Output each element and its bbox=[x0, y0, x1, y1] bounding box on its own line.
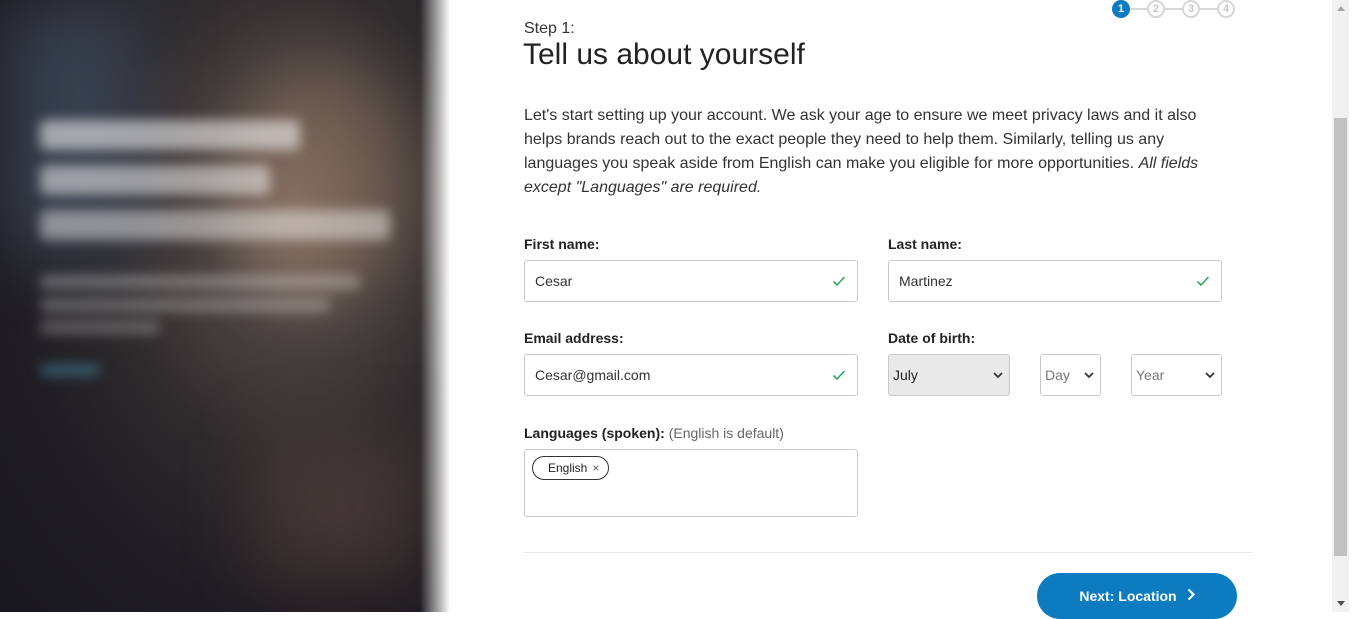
languages-label-text: Languages (spoken): bbox=[524, 425, 665, 441]
last-name-label: Last name: bbox=[888, 236, 962, 252]
step-connector bbox=[1200, 8, 1217, 10]
hero-blurred-link bbox=[40, 365, 100, 375]
intro-text: Let's start setting up your account. We … bbox=[524, 107, 1197, 172]
email-field[interactable]: Cesar@gmail.com bbox=[524, 354, 858, 396]
scroll-down-arrow-icon[interactable] bbox=[1332, 595, 1349, 612]
valid-check-icon bbox=[1195, 273, 1211, 289]
language-tag-label: English bbox=[548, 461, 588, 475]
page-scrollbar[interactable] bbox=[1332, 0, 1349, 612]
hero-fade-edge bbox=[420, 0, 450, 612]
valid-check-icon bbox=[831, 273, 847, 289]
first-name-field[interactable]: Cesar bbox=[524, 260, 858, 302]
languages-label: Languages (spoken): (English is default) bbox=[524, 425, 784, 441]
birth-year-value: Year bbox=[1136, 367, 1165, 383]
intro-paragraph: Let's start setting up your account. We … bbox=[524, 104, 1224, 200]
step-label: Step 1: bbox=[524, 20, 575, 37]
hero-background-image bbox=[0, 0, 450, 612]
first-name-label: First name: bbox=[524, 236, 600, 252]
step-connector bbox=[1165, 8, 1182, 10]
next-location-button[interactable]: Next: Location bbox=[1037, 573, 1237, 619]
hero-glow bbox=[260, 440, 420, 580]
birth-year-select[interactable]: Year bbox=[1131, 354, 1222, 396]
birth-day-select[interactable]: Day bbox=[1040, 354, 1101, 396]
chevron-down-icon bbox=[1082, 368, 1096, 382]
step-indicator-3: 3 bbox=[1182, 0, 1200, 18]
hero-blurred-body bbox=[40, 298, 330, 312]
valid-check-icon bbox=[831, 367, 847, 383]
hero-blurred-body bbox=[40, 275, 360, 289]
hero-blurred-body bbox=[40, 320, 160, 334]
step-connector bbox=[1130, 8, 1147, 10]
step-indicator-4: 4 bbox=[1217, 0, 1235, 18]
scroll-up-arrow-icon[interactable] bbox=[1332, 0, 1349, 17]
birth-day-value: Day bbox=[1045, 367, 1070, 383]
last-name-value: Martinez bbox=[899, 273, 953, 289]
step-indicator-1: 1 bbox=[1112, 0, 1130, 18]
page-title: Tell us about yourself bbox=[523, 38, 805, 71]
form-divider bbox=[524, 552, 1252, 553]
chevron-down-icon bbox=[1203, 368, 1217, 382]
email-label: Email address: bbox=[524, 330, 624, 346]
birth-month-select[interactable]: July bbox=[888, 354, 1010, 396]
hero-blurred-headline bbox=[40, 165, 270, 195]
remove-tag-icon[interactable]: × bbox=[592, 461, 599, 475]
date-of-birth-label: Date of birth: bbox=[888, 330, 976, 346]
progress-stepper: 1 2 3 4 bbox=[1112, 0, 1235, 19]
chevron-down-icon bbox=[991, 368, 1005, 382]
hero-blurred-headline bbox=[40, 210, 390, 240]
first-name-value: Cesar bbox=[535, 273, 573, 289]
step-indicator-2: 2 bbox=[1147, 0, 1165, 18]
language-tag-english: English × bbox=[532, 456, 610, 480]
chevron-right-icon bbox=[1187, 588, 1195, 604]
next-button-label: Next: Location bbox=[1079, 588, 1177, 604]
last-name-field[interactable]: Martinez bbox=[888, 260, 1222, 302]
birth-month-value: July bbox=[893, 367, 918, 383]
email-value: Cesar@gmail.com bbox=[535, 367, 651, 383]
languages-input[interactable]: English × bbox=[524, 449, 858, 517]
scrollbar-thumb[interactable] bbox=[1334, 118, 1347, 556]
hero-blurred-headline bbox=[40, 120, 300, 150]
languages-hint: (English is default) bbox=[668, 425, 784, 441]
